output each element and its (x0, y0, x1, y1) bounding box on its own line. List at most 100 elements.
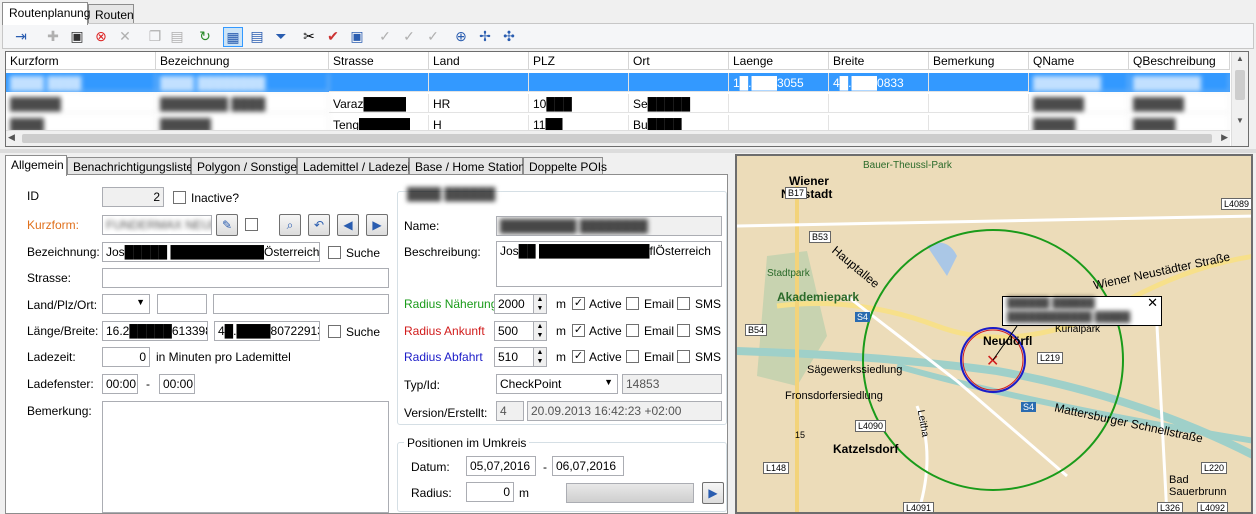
laenge-field[interactable]: 16.2█████61339855 (102, 321, 208, 341)
radius-abfahrt-field[interactable]: 510 (494, 347, 534, 367)
map-popup[interactable]: ██████ ██████ ████████████ █████ ✕ (1002, 295, 1162, 326)
globe-icon[interactable]: ⊕ (451, 27, 471, 47)
bezeichnung-field[interactable]: Jos█████ ███████████Österreich (102, 242, 320, 262)
scroll-left-icon[interactable]: ◀ (8, 132, 15, 143)
radius-ankunft-field[interactable]: 500 (494, 321, 534, 341)
map-view[interactable]: ✕ Bauer-Theussl-Park Wiener Neustadt Aka… (735, 154, 1253, 514)
cell-ort (629, 73, 729, 92)
col-land[interactable]: Land (429, 52, 529, 70)
paste-icon[interactable]: ▤ (167, 27, 187, 47)
undo-icon[interactable]: ↶ (308, 214, 330, 236)
tab-polygon[interactable]: Polygon / Sonstiges (191, 157, 303, 175)
radius-naeherung-spinner[interactable]: ▲ ▼ (533, 294, 547, 314)
radius-ankunft-active-checkbox[interactable]: ✓ (572, 324, 585, 337)
copy-icon[interactable]: ❐ (145, 27, 165, 47)
col-qname[interactable]: QName (1029, 52, 1129, 70)
monitor-icon[interactable]: ▣ (347, 27, 367, 47)
datum-to-field[interactable]: 06,07,2016 (552, 456, 624, 476)
splitter[interactable] (0, 149, 1256, 153)
kurzform-field[interactable]: FUNDERMAX NEUD (102, 215, 212, 235)
beschreibung-field[interactable]: Jos██ █████████████flÖsterreich (496, 241, 722, 287)
close-icon[interactable]: ✕ (1147, 295, 1158, 311)
table-row[interactable]: ████ ████ ████ ████████ 1█.███3055 4█.██… (6, 73, 1230, 92)
filter-icon[interactable]: ⏷ (271, 27, 291, 47)
tab-doppelte-pois[interactable]: Doppelte POIs (523, 157, 607, 175)
breite-field[interactable]: 4█.████807229131 (214, 321, 320, 341)
tab-lademittel[interactable]: Lademittel / Ladezeit (297, 157, 414, 175)
delete-icon[interactable]: ✕ (115, 27, 135, 47)
suche-checkbox[interactable] (328, 246, 341, 259)
move-icon[interactable]: ✢ (475, 27, 495, 47)
radius-abfahrt-email-checkbox[interactable] (626, 350, 639, 363)
tab-benachrichtigungslisten[interactable]: Benachrichtigungslisten (67, 157, 200, 175)
move-all-icon[interactable]: ✣ (499, 27, 519, 47)
cancel-icon[interactable]: ⊗ (91, 27, 111, 47)
col-laenge[interactable]: Laenge (729, 52, 829, 70)
table-row[interactable]: ██████ ████████ ████ Varaz█████ HR 10███… (6, 94, 1230, 113)
go-icon[interactable]: ▶ (702, 482, 724, 504)
land-select[interactable]: ▼ (102, 294, 150, 314)
scroll-thumb[interactable] (22, 134, 1212, 143)
scroll-up-icon[interactable]: ▲ (1236, 54, 1244, 63)
col-breite[interactable]: Breite (829, 52, 929, 70)
radius-ankunft-sms-checkbox[interactable] (677, 324, 690, 337)
inactive-checkbox[interactable] (173, 191, 186, 204)
bemerkung-field[interactable] (102, 401, 389, 513)
route-icon-1[interactable]: ✓ (375, 27, 395, 47)
pin-icon[interactable]: ✎ (216, 214, 238, 236)
ladefenster-to[interactable]: 00:00 (159, 374, 195, 394)
col-kurzform[interactable]: Kurzform (6, 52, 156, 70)
radius-naeherung-field[interactable]: 2000 (494, 294, 534, 314)
poi-marker-icon[interactable]: ✕ (986, 353, 999, 370)
scroll-right-icon[interactable]: ▶ (1221, 132, 1228, 143)
tab-allgemein[interactable]: Allgemein (5, 155, 67, 176)
horizontal-scrollbar[interactable]: ◀ ▶ (6, 130, 1230, 146)
radius-ankunft-spinner[interactable]: ▲ ▼ (533, 321, 547, 341)
radius-naeherung-active-checkbox[interactable]: ✓ (572, 297, 585, 310)
next-icon[interactable]: ▶ (366, 214, 388, 236)
tab-routenplanung[interactable]: Routenplanung (2, 2, 90, 25)
radius-naeherung-sms-checkbox[interactable] (677, 297, 690, 310)
radius-naeherung-email-checkbox[interactable] (626, 297, 639, 310)
prev-icon[interactable]: ◀ (337, 214, 359, 236)
route-icon-3[interactable]: ✓ (423, 27, 443, 47)
ladefenster-from[interactable]: 00:00 (102, 374, 138, 394)
grid-view-icon[interactable]: ▦ (223, 27, 243, 47)
tools-icon[interactable]: ✂ (299, 27, 319, 47)
radius-abfahrt-active-checkbox[interactable]: ✓ (572, 350, 585, 363)
strasse-field[interactable] (102, 268, 389, 288)
col-ort[interactable]: Ort (629, 52, 729, 70)
check-icon[interactable]: ✔ (323, 27, 343, 47)
radius-abfahrt-sms-checkbox[interactable] (677, 350, 690, 363)
typ-select[interactable]: CheckPoint ▼ (496, 374, 618, 394)
exit-icon[interactable]: ⇥ (11, 27, 31, 47)
scroll-thumb-vertical[interactable] (1235, 70, 1245, 100)
scroll-down-icon[interactable]: ▼ (1236, 116, 1244, 125)
ladezeit-field[interactable]: 0 (102, 347, 150, 367)
radius-abfahrt-spinner[interactable]: ▲ ▼ (533, 347, 547, 367)
tab-base-home[interactable]: Base / Home Stations (409, 157, 531, 175)
route-icon-2[interactable]: ✓ (399, 27, 419, 47)
col-plz[interactable]: PLZ (529, 52, 629, 70)
add-icon[interactable]: ✚ (43, 27, 63, 47)
datum-from-field[interactable]: 05,07,2016 (466, 456, 536, 476)
refresh-icon[interactable]: ↻ (195, 27, 215, 47)
col-strasse[interactable]: Strasse (329, 52, 429, 70)
save-icon[interactable]: ▣ (67, 27, 87, 47)
radius-ankunft-email-checkbox[interactable] (626, 324, 639, 337)
suche2-checkbox[interactable] (328, 325, 341, 338)
road-badge-b54: B54 (745, 324, 768, 336)
col-bezeichnung[interactable]: Bezeichnung (156, 52, 329, 70)
kurzform-value: FUNDERMAX NEUD (106, 218, 212, 232)
col-qbeschreibung[interactable]: QBeschreibung (1129, 52, 1230, 70)
radius-field[interactable]: 0 (466, 482, 514, 502)
vertical-scrollbar[interactable]: ▲ ▼ (1231, 52, 1248, 146)
ort-field[interactable] (213, 294, 389, 314)
tab-routen[interactable]: Routen (88, 4, 134, 24)
name-value: █████████ ████████ (500, 219, 648, 233)
kurzform-checkbox[interactable] (245, 218, 258, 231)
search-icon[interactable]: ⌕ (279, 214, 301, 236)
plz-field[interactable] (157, 294, 207, 314)
detail-view-icon[interactable]: ▤ (247, 27, 267, 47)
col-bemerkung[interactable]: Bemerkung (929, 52, 1029, 70)
